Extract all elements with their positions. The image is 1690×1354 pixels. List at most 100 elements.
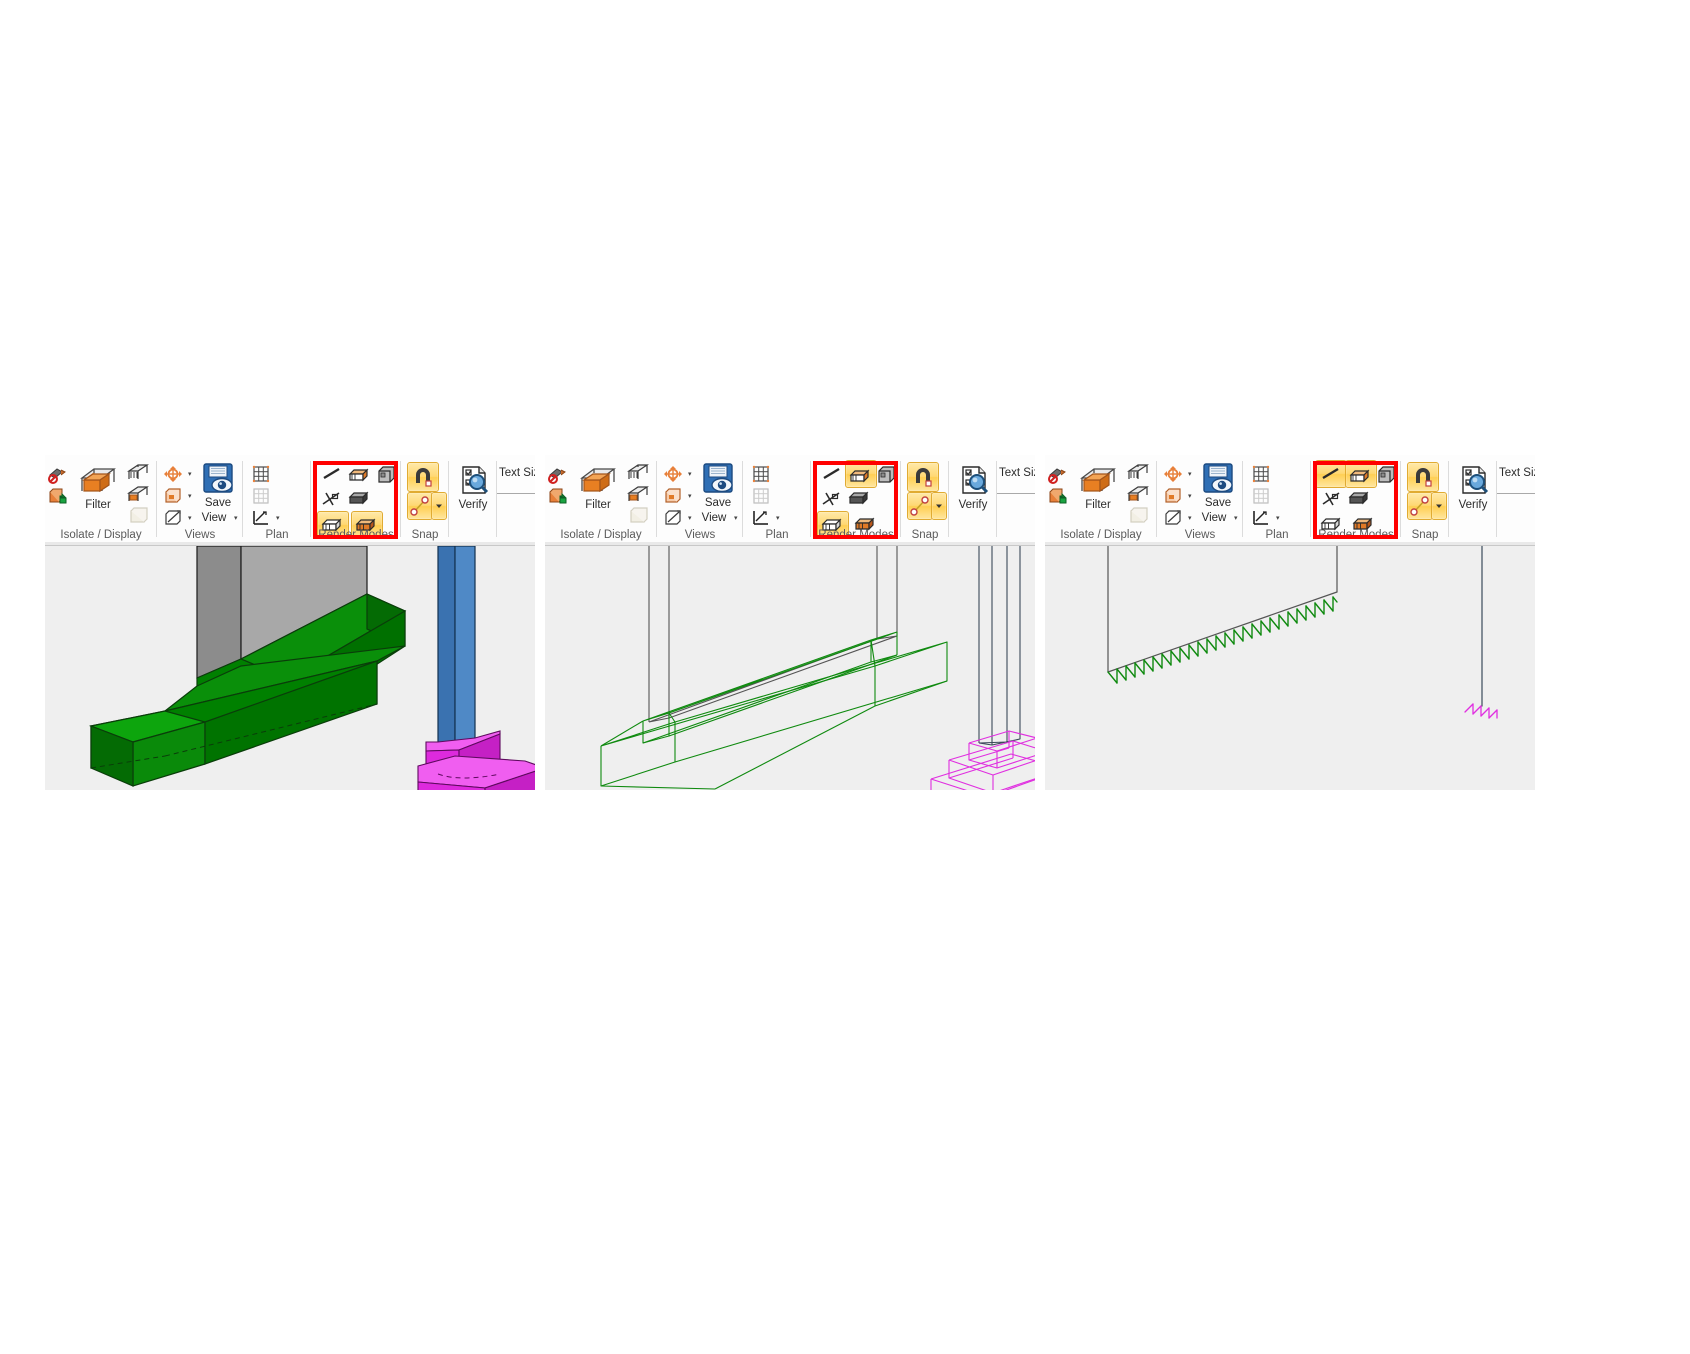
verify-icon[interactable]: [1457, 463, 1491, 497]
snap-dropdown-button[interactable]: [431, 492, 447, 520]
work-plane-dropdown-arrow[interactable]: ▾: [1276, 515, 1280, 522]
text-size-label: Text Size: [1499, 467, 1535, 479]
hidden-lines-icon[interactable]: [1375, 461, 1399, 485]
show-icon[interactable]: [547, 487, 569, 507]
save-view-icon[interactable]: [197, 461, 239, 497]
hidden-lines-icon[interactable]: [875, 461, 899, 485]
rotate-view-dropdown-arrow[interactable]: ▾: [1188, 471, 1192, 478]
fly-dropdown-arrow[interactable]: ▾: [688, 493, 692, 500]
grayed-icon[interactable]: [1347, 487, 1373, 509]
shaded-wireframe-icon[interactable]: [347, 461, 373, 485]
clip-plane-icon: [125, 505, 151, 527]
text-size-slider-track[interactable]: [497, 493, 535, 494]
ribbon-group-render-modes: Render Modes: [811, 455, 901, 543]
save-view-dropdown-arrow[interactable]: ▾: [734, 515, 738, 522]
wireframe-icon[interactable]: [319, 464, 345, 484]
snap-line-icon[interactable]: [407, 492, 433, 520]
snap-dropdown-button[interactable]: [1431, 492, 1447, 520]
view-filter-icon[interactable]: [625, 483, 651, 505]
text-size-slider-track[interactable]: [997, 493, 1035, 494]
hidden-lines-icon[interactable]: [375, 461, 399, 485]
pan-icon[interactable]: [161, 507, 185, 529]
rotate-view-dropdown-arrow[interactable]: ▾: [688, 471, 692, 478]
save-view-icon[interactable]: [1197, 461, 1239, 497]
pan-dropdown-arrow[interactable]: ▾: [1188, 515, 1192, 522]
shaded-wireframe-icon[interactable]: [1345, 460, 1377, 488]
ribbon-group-plan: ▾ Plan: [743, 455, 811, 543]
filter-icon[interactable]: [1075, 463, 1121, 497]
select-filter-icon[interactable]: [125, 461, 151, 483]
work-plane-icon[interactable]: [249, 507, 273, 529]
verify-icon[interactable]: [457, 463, 491, 497]
view-filter-icon[interactable]: [125, 483, 151, 505]
reference-line-icon[interactable]: [819, 488, 845, 510]
pan-icon[interactable]: [1161, 507, 1185, 529]
snap-line-icon[interactable]: [907, 492, 933, 520]
grayed-icon[interactable]: [347, 487, 373, 509]
filter-icon[interactable]: [75, 463, 121, 497]
fly-icon[interactable]: [161, 485, 185, 507]
model-viewport-rendered[interactable]: [45, 546, 535, 790]
show-icon[interactable]: [1047, 487, 1069, 507]
snap-dropdown-button[interactable]: [931, 492, 947, 520]
grid-icon[interactable]: [749, 463, 773, 485]
hide-icon[interactable]: [1047, 465, 1069, 485]
pan-icon[interactable]: [661, 507, 685, 529]
snap-magnet-icon[interactable]: [1407, 462, 1439, 492]
rotate-view-icon[interactable]: [1161, 463, 1185, 485]
rotate-view-dropdown-arrow[interactable]: ▾: [188, 471, 192, 478]
fly-dropdown-arrow[interactable]: ▾: [1188, 493, 1192, 500]
wireframe-icon[interactable]: [819, 464, 845, 484]
reference-line-icon[interactable]: [1319, 488, 1345, 510]
group-label-snap: Snap: [411, 529, 439, 541]
text-size-label: Text Size: [999, 467, 1035, 479]
fly-icon[interactable]: [1161, 485, 1185, 507]
filter-icon[interactable]: [575, 463, 621, 497]
wireframe-icon[interactable]: [1315, 460, 1347, 488]
ribbon-group-plan: ▾ Plan: [243, 455, 311, 543]
model-viewport-wireframe[interactable]: [545, 546, 1035, 790]
rotate-view-icon[interactable]: [161, 463, 185, 485]
screenshot-panel-reference-line: Text Size Slider Filter: [1045, 455, 1535, 790]
ribbon-group-snap: Snap: [901, 455, 949, 543]
grid-icon[interactable]: [249, 463, 273, 485]
reference-line-icon[interactable]: [319, 488, 345, 510]
save-view-icon[interactable]: [697, 461, 739, 497]
work-plane-dropdown-arrow[interactable]: ▾: [776, 515, 780, 522]
pan-dropdown-arrow[interactable]: ▾: [688, 515, 692, 522]
grayed-icon[interactable]: [847, 487, 873, 509]
ribbon-group-slider: Text Size Slider: [1497, 455, 1535, 543]
pan-dropdown-arrow[interactable]: ▾: [188, 515, 192, 522]
save-view-dropdown-arrow[interactable]: ▾: [234, 515, 238, 522]
ribbon-toolbar: Filter Isolate / Display ▾ ▾ ▾ Save View…: [45, 455, 535, 546]
view-filter-icon[interactable]: [1125, 483, 1151, 505]
model-viewport-reference-line[interactable]: [1045, 546, 1535, 790]
grid-plane-icon[interactable]: [1249, 485, 1273, 507]
text-size-slider-track[interactable]: [1497, 493, 1535, 494]
snap-magnet-icon[interactable]: [907, 462, 939, 492]
work-plane-dropdown-arrow[interactable]: ▾: [276, 515, 280, 522]
clip-plane-icon: [1125, 505, 1151, 527]
fly-dropdown-arrow[interactable]: ▾: [188, 493, 192, 500]
ribbon-group-views: ▾ ▾ ▾ Save View ▾ Views: [1157, 455, 1243, 543]
grid-plane-icon[interactable]: [749, 485, 773, 507]
verify-icon[interactable]: [957, 463, 991, 497]
grid-icon[interactable]: [1249, 463, 1273, 485]
grid-plane-icon[interactable]: [249, 485, 273, 507]
select-filter-icon[interactable]: [1125, 461, 1151, 483]
clip-plane-icon: [625, 505, 651, 527]
work-plane-icon[interactable]: [1249, 507, 1273, 529]
select-filter-icon[interactable]: [625, 461, 651, 483]
save-label: Save: [204, 497, 232, 509]
fly-icon[interactable]: [661, 485, 685, 507]
shaded-wireframe-icon[interactable]: [845, 460, 877, 488]
hide-icon[interactable]: [47, 465, 69, 485]
rotate-view-icon[interactable]: [661, 463, 685, 485]
hide-icon[interactable]: [547, 465, 569, 485]
show-icon[interactable]: [47, 487, 69, 507]
group-label-plan: Plan: [265, 529, 289, 541]
snap-magnet-icon[interactable]: [407, 462, 439, 492]
save-view-dropdown-arrow[interactable]: ▾: [1234, 515, 1238, 522]
work-plane-icon[interactable]: [749, 507, 773, 529]
snap-line-icon[interactable]: [1407, 492, 1433, 520]
